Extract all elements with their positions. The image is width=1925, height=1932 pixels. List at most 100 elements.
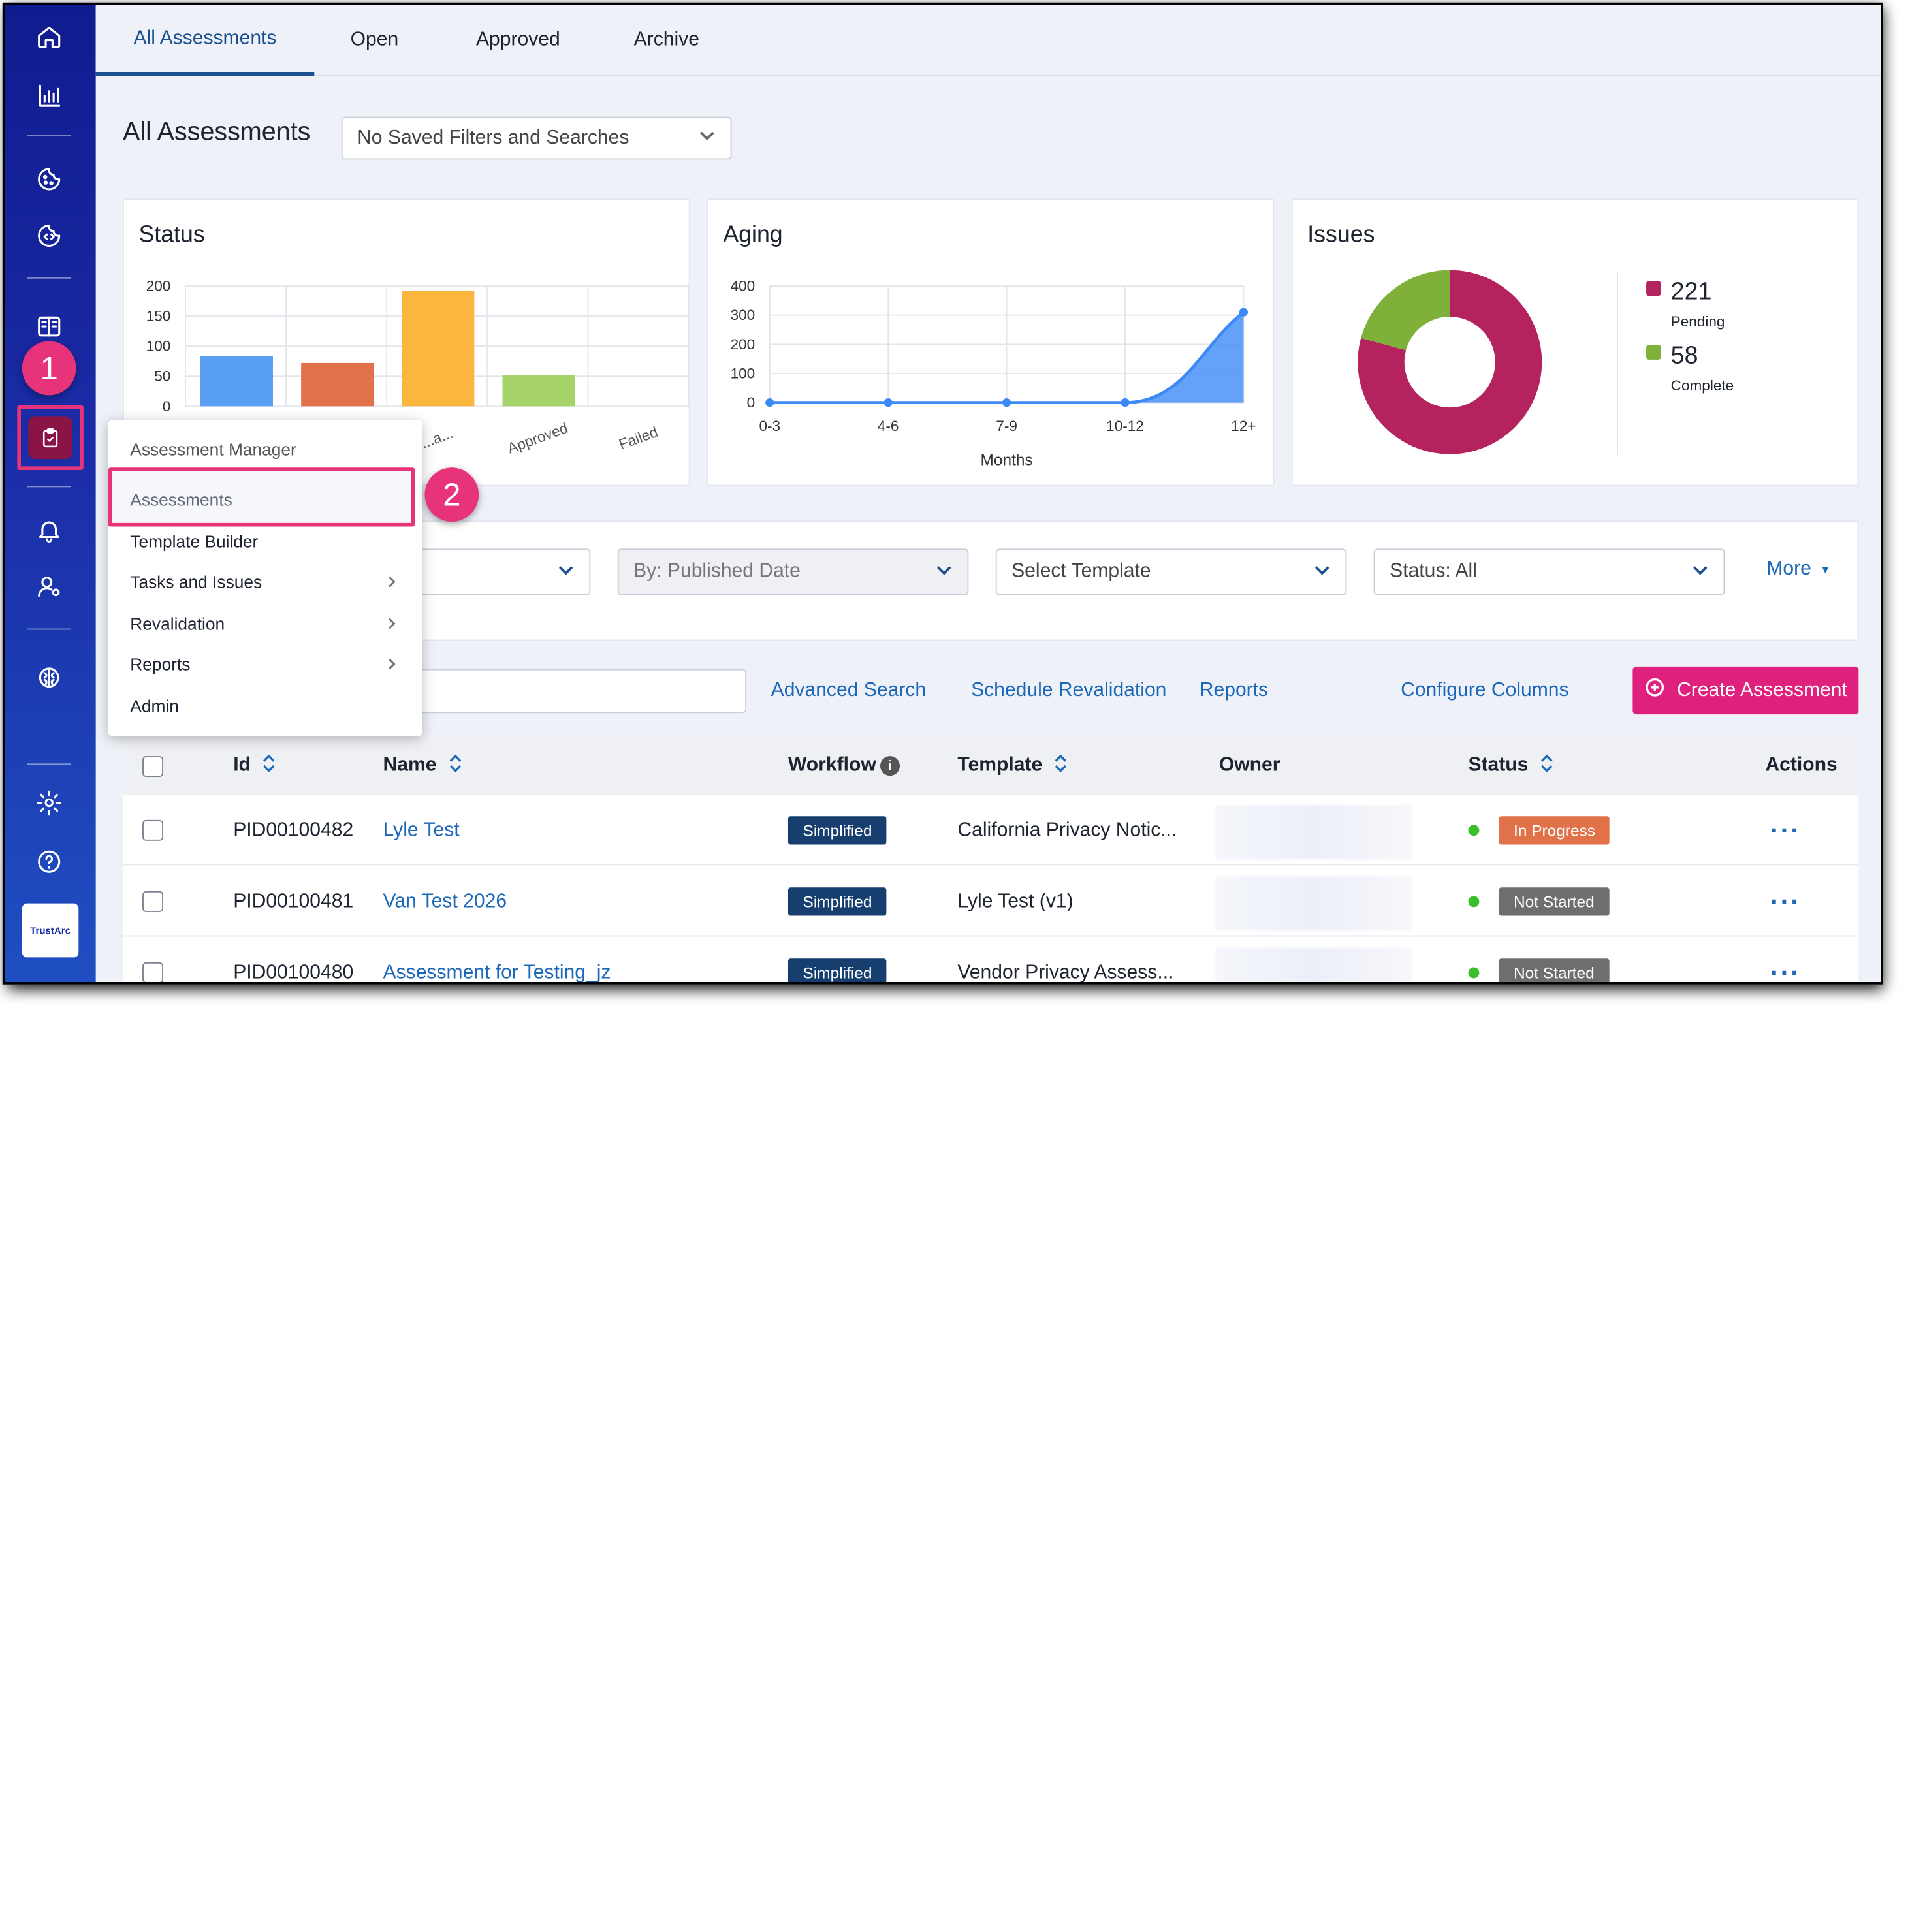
logo-text: TrustArc xyxy=(30,925,71,936)
row-actions-menu[interactable]: ··· xyxy=(1770,938,1801,982)
help-icon[interactable] xyxy=(27,840,71,884)
clipboard-check-icon[interactable] xyxy=(28,416,72,460)
menu-item-label: Template Builder xyxy=(130,531,259,551)
col-owner-label: Owner xyxy=(1218,755,1281,776)
brain-icon[interactable] xyxy=(27,656,71,700)
col-template[interactable]: Template xyxy=(957,736,1069,795)
row-checkbox[interactable] xyxy=(142,938,164,982)
col-status[interactable]: Status xyxy=(1468,736,1555,795)
menu-item-reports[interactable]: Reports xyxy=(108,643,422,684)
assessments-table: Id Name Workflow i Template Owner Status … xyxy=(123,736,1859,982)
schedule-revalidation-link[interactable]: Schedule Revalidation xyxy=(971,680,1166,703)
tab-open[interactable]: Open xyxy=(332,5,418,76)
bell-icon[interactable] xyxy=(27,508,71,552)
bar xyxy=(200,356,273,407)
cookie-icon[interactable] xyxy=(27,157,71,202)
chevron-down-icon xyxy=(699,127,716,150)
row-actions-menu[interactable]: ··· xyxy=(1770,795,1801,865)
menu-item-revalidation[interactable]: Revalidation xyxy=(108,603,422,643)
advanced-search-link[interactable]: Advanced Search xyxy=(771,680,926,703)
row-id: PID00100482 xyxy=(233,819,354,840)
col-name[interactable]: Name xyxy=(383,736,464,795)
assessments-highlight-box xyxy=(108,467,415,527)
sidebar-divider xyxy=(27,763,72,765)
sidebar-item-assessments[interactable] xyxy=(17,405,84,471)
y-tick-label: 0 xyxy=(163,398,171,415)
row-checkbox[interactable] xyxy=(142,866,164,936)
row-template: California Privacy Notic... xyxy=(957,819,1177,840)
more-horizontal-icon[interactable]: ··· xyxy=(1770,814,1801,846)
template-select[interactable]: Select Template xyxy=(995,548,1347,595)
complete-value: 58 xyxy=(1670,342,1698,370)
status-badge: In Progress xyxy=(1499,816,1610,845)
tab-all-assessments[interactable]: All Assessments xyxy=(95,5,315,76)
row-name-link[interactable]: Assessment for Testing_jz xyxy=(383,938,611,982)
pending-value: 221 xyxy=(1670,278,1712,306)
home-icon[interactable] xyxy=(27,15,71,59)
bar-chart-icon[interactable] xyxy=(27,74,71,118)
more-horizontal-icon[interactable]: ··· xyxy=(1770,885,1801,917)
y-tick-label: 100 xyxy=(146,338,171,355)
app-window: TrustArc All Assessments Open Approved A… xyxy=(2,2,1883,985)
gear-icon[interactable] xyxy=(27,781,71,825)
published-date-select[interactable]: By: Published Date xyxy=(617,548,969,595)
callout-badge-2: 2 xyxy=(424,467,479,522)
menu-header: Assessment Manager xyxy=(130,439,296,460)
tab-archive[interactable]: Archive xyxy=(616,5,717,76)
sidebar-divider xyxy=(27,628,72,630)
menu-item-label: Tasks and Issues xyxy=(130,571,262,592)
reports-link[interactable]: Reports xyxy=(1200,680,1268,703)
row-actions-menu[interactable]: ··· xyxy=(1770,866,1801,936)
row-status: In Progress xyxy=(1468,795,1610,865)
row-status: Not Started xyxy=(1468,938,1610,982)
status-badge: Not Started xyxy=(1499,887,1610,916)
info-icon[interactable]: i xyxy=(880,756,900,776)
page-title: All Assessments xyxy=(123,118,311,146)
row-id: PID00100481 xyxy=(233,890,354,911)
donut-slice xyxy=(1361,270,1450,351)
pending-swatch xyxy=(1646,281,1661,296)
status-select[interactable]: Status: All xyxy=(1373,548,1725,595)
pending-label: Pending xyxy=(1670,313,1725,330)
user-gear-icon[interactable] xyxy=(27,565,71,609)
row-name-link[interactable]: Lyle Test xyxy=(383,795,460,865)
menu-item-tasks-and-issues[interactable]: Tasks and Issues xyxy=(108,561,422,601)
issues-chart xyxy=(1358,270,1542,454)
row-name-link[interactable]: Van Test 2026 xyxy=(383,866,507,936)
issues-card: Issues 221 Pending 58 Complete xyxy=(1291,198,1859,486)
configure-columns-link[interactable]: Configure Columns xyxy=(1401,680,1568,703)
menu-item-label: Admin xyxy=(130,695,179,716)
chevron-right-icon xyxy=(388,575,396,587)
data-point xyxy=(1002,398,1011,407)
status-dot xyxy=(1468,896,1480,908)
saved-filters-dropdown[interactable]: No Saved Filters and Searches xyxy=(341,116,732,160)
col-owner: Owner xyxy=(1219,736,1281,795)
sort-icon[interactable] xyxy=(251,752,278,780)
menu-item-admin[interactable]: Admin xyxy=(108,685,422,725)
cookie-code-icon[interactable] xyxy=(27,214,71,258)
col-workflow-label: Workflow xyxy=(788,755,876,776)
row-checkbox[interactable] xyxy=(142,795,164,865)
filter-first-select[interactable] xyxy=(419,548,591,595)
col-id[interactable]: Id xyxy=(233,736,278,795)
create-assessment-button[interactable]: Create Assessment xyxy=(1632,666,1859,715)
data-point xyxy=(765,398,774,407)
x-tick-label: 7-9 xyxy=(996,418,1017,434)
more-label: More xyxy=(1766,558,1811,580)
chevron-right-icon xyxy=(388,617,396,629)
row-owner-redacted xyxy=(1215,805,1412,859)
tab-approved[interactable]: Approved xyxy=(459,5,577,76)
sort-icon[interactable] xyxy=(1528,752,1555,780)
plus-circle-icon xyxy=(1645,678,1677,703)
y-tick-label: 0 xyxy=(747,394,756,411)
more-filters-button[interactable]: More ▼ xyxy=(1766,558,1830,580)
saved-filters-value: No Saved Filters and Searches xyxy=(357,127,629,148)
more-horizontal-icon[interactable]: ··· xyxy=(1770,957,1801,982)
x-tick-label: Failed xyxy=(616,424,660,452)
sidebar-divider xyxy=(27,277,72,279)
sort-icon[interactable] xyxy=(436,752,463,780)
search-input[interactable] xyxy=(415,669,747,714)
chevron-down-icon xyxy=(1314,560,1331,584)
select-all-checkbox[interactable] xyxy=(142,736,164,795)
sort-icon[interactable] xyxy=(1042,752,1069,780)
